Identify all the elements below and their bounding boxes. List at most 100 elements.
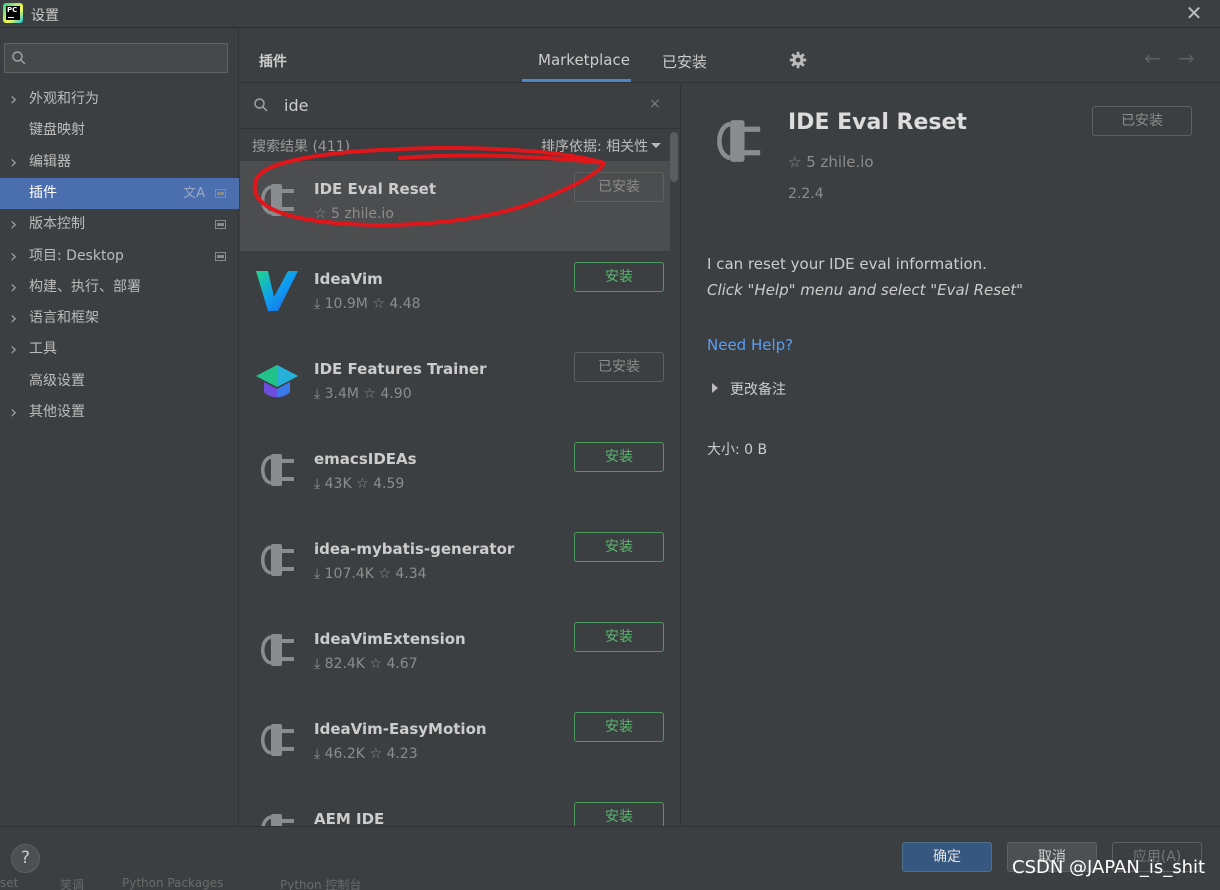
plugin-list-item[interactable]: IdeaVim ⤓ 10.9M ☆ 4.48 安装 [240,251,670,341]
need-help-link[interactable]: Need Help? [707,336,793,354]
tab-installed[interactable]: 已安装 [662,51,707,72]
chevron-right-icon[interactable]: › [10,209,22,240]
plugin-list-item[interactable]: IDE Features Trainer ⤓ 3.4M ☆ 4.90 已安装 [240,341,670,431]
list-scrollbar[interactable] [670,132,678,182]
plugin-size: 大小: 0 B [707,442,768,458]
description-line-1: I can reset your IDE eval information. [707,255,987,273]
results-count: 搜索结果 (411) [252,139,351,155]
install-button[interactable]: 安装 [574,622,664,652]
installed-button[interactable]: 已安装 [574,352,664,382]
search-query[interactable]: ide [284,96,308,115]
forward-arrow-icon[interactable]: → [1178,46,1195,70]
sidebar-item-label: 键盘映射 [29,122,85,139]
tool-window-item[interactable]: Python Packages [122,876,223,890]
chevron-right-icon[interactable]: › [10,334,22,365]
sidebar-item[interactable]: › 构建、执行、部署 [0,272,239,303]
plugin-stats: ⤓ 3.4M ☆ 4.90 [314,386,412,402]
page-title: 插件 [259,54,287,70]
change-notes-toggle[interactable]: 更改备注 [712,379,786,399]
project-scope-icon [215,220,226,230]
install-button[interactable]: 安装 [574,712,664,742]
chevron-right-icon[interactable]: › [10,397,22,428]
plugin-list-panel: ide × 搜索结果 (411) 排序依据: 相关性 IDE Eval Rese… [240,84,681,826]
help-button[interactable]: ? [11,844,40,873]
plugin-name: emacsIDEAs [314,450,417,468]
install-button[interactable]: 安装 [574,262,664,292]
chevron-down-icon [651,143,662,148]
sidebar-search-input[interactable] [4,43,228,73]
plugin-plug-icon [261,544,294,576]
chevron-right-icon[interactable]: › [10,303,22,334]
ok-button[interactable]: 确定 [902,842,992,872]
description-line-2: Click "Help" menu and select "Eval Reset… [707,281,1024,299]
gear-icon[interactable] [789,51,807,69]
plugin-stats: ⤓ 107.4K ☆ 4.34 [314,566,427,582]
chevron-right-icon[interactable]: › [10,241,22,272]
sidebar-item[interactable]: 键盘映射 [0,115,239,146]
sidebar-item[interactable]: › 其他设置 [0,397,239,428]
plugin-plug-icon [261,454,294,486]
tab-marketplace[interactable]: Marketplace [538,51,630,69]
pycharm-icon: PC [3,3,23,23]
detail-plugin-version: 2.2.4 [788,186,824,202]
plugin-name: IdeaVim-EasyMotion [314,720,487,738]
plugin-list-item[interactable]: emacsIDEAs ⤓ 43K ☆ 4.59 安装 [240,431,670,521]
title-bar: PC 设置 ✕ [0,0,1220,28]
project-scope-icon [215,251,226,261]
plugin-list-item[interactable]: IdeaVim-EasyMotion ⤓ 46.2K ☆ 4.23 安装 [240,701,670,791]
sidebar-item[interactable]: 高级设置 [0,366,239,397]
sidebar-item-label: 构建、执行、部署 [29,278,141,295]
chevron-right-icon[interactable]: › [10,84,22,115]
tool-window-item[interactable]: set [0,876,18,890]
plugin-list-item[interactable]: idea-mybatis-generator ⤓ 107.4K ☆ 4.34 安装 [240,521,670,611]
sidebar-item[interactable]: › 语言和框架 [0,303,239,334]
plugin-detail-panel: IDE Eval Reset ☆ 5 zhile.io 2.2.4 已安装 I … [682,84,1220,826]
sidebar-item-label: 版本控制 [29,216,85,233]
plugin-list-item[interactable]: AEM IDE 安装 [240,791,670,826]
install-button[interactable]: 安装 [574,802,664,826]
sidebar-item-label: 外观和行为 [29,91,99,107]
sidebar-item-label: 编辑器 [29,153,71,170]
plugin-stats: ⤓ 43K ☆ 4.59 [314,476,405,492]
plugin-plug-icon [261,814,294,826]
plugin-plug-icon [261,184,294,216]
sidebar-item-label: 插件 [29,184,57,201]
chevron-right-icon[interactable]: › [10,272,22,303]
ideavim-logo-icon [256,271,298,311]
sidebar-item-label: 语言和框架 [29,310,99,327]
tool-window-item[interactable]: Python 控制台 [280,876,361,890]
install-button[interactable]: 安装 [574,532,664,562]
plugin-search-input[interactable]: ide × [240,84,680,129]
window-title: 设置 [31,8,59,24]
sidebar-item-label: 高级设置 [29,372,85,389]
clear-icon[interactable]: × [649,96,661,112]
sidebar-item[interactable]: › 版本控制 [0,209,239,240]
sort-dropdown[interactable]: 排序依据: 相关性 [541,136,662,156]
installed-button[interactable]: 已安装 [574,172,664,202]
watermark: CSDN @JAPAN_is_shit [1012,857,1206,878]
plugin-stats: ⤓ 10.9M ☆ 4.48 [314,296,421,312]
sidebar-item[interactable]: 插件 文A [0,177,239,209]
close-icon[interactable]: ✕ [1184,3,1204,23]
change-notes-label: 更改备注 [730,382,786,398]
sidebar-item[interactable]: › 工具 [0,334,239,365]
back-arrow-icon[interactable]: ← [1144,46,1161,70]
plugin-plug-icon [717,120,761,162]
plugin-name: AEM IDE [314,810,385,826]
settings-sidebar: › 外观和行为 键盘映射 › 编辑器 插件 文A › 版本控制 › 项目: Desktop › 构建、执… [0,29,239,826]
plugin-plug-icon [261,634,294,666]
sidebar-item[interactable]: › 项目: Desktop [0,241,239,272]
sidebar-item[interactable]: › 外观和行为 [0,84,239,115]
detail-installed-button[interactable]: 已安装 [1092,106,1192,136]
sidebar-item-label: 其他设置 [29,404,85,420]
plugin-list-item[interactable]: IDE Eval Reset ☆ 5 zhile.io 已安装 [240,161,670,251]
project-scope-icon [215,188,226,198]
tool-window-item[interactable]: 笑调 [60,876,84,890]
search-icon [12,51,26,65]
sort-label: 排序依据: 相关性 [541,139,649,155]
install-button[interactable]: 安装 [574,442,664,472]
sidebar-item-label: 工具 [29,341,57,358]
plugin-list-item[interactable]: IdeaVimExtension ⤓ 82.4K ☆ 4.67 安装 [240,611,670,701]
chevron-right-icon[interactable]: › [10,147,22,178]
sidebar-item[interactable]: › 编辑器 [0,147,239,178]
